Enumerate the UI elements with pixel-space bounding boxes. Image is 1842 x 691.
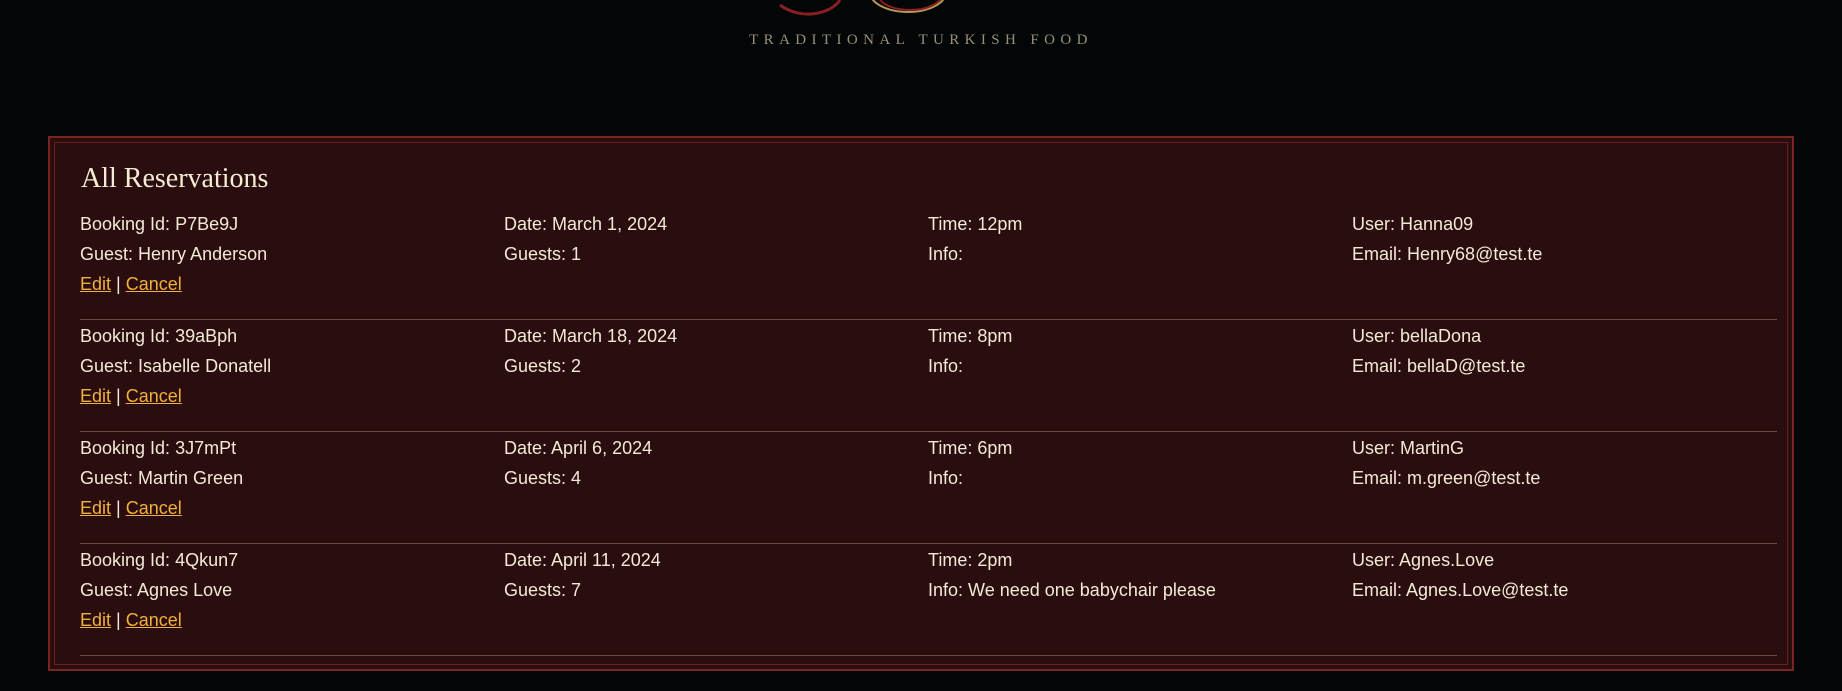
action-separator: | <box>116 386 121 406</box>
reservation-email: Email: bellaD@test.te <box>1352 356 1526 376</box>
restaurant-logo[interactable] <box>760 0 1000 30</box>
reservation-info: Info: <box>928 468 964 488</box>
guest-count: Guests: 7 <box>504 580 582 600</box>
reservation-date: Date: March 1, 2024 <box>504 214 668 234</box>
booking-id: Booking Id: 4Qkun7 <box>80 550 239 570</box>
reservation-user: User: Hanna09 <box>1352 214 1474 234</box>
reservation-time: Time: 8pm <box>928 326 1013 346</box>
action-separator: | <box>116 610 121 630</box>
cancel-link[interactable]: Cancel <box>126 274 182 294</box>
page-title: All Reservations <box>81 163 269 194</box>
row-actions: Edit | Cancel <box>80 493 182 523</box>
reservation-user: User: Agnes.Love <box>1352 550 1495 570</box>
reservation-list: Booking Id: P7Be9J Date: March 1, 2024 Tim… <box>80 209 1777 657</box>
edit-link[interactable]: Edit <box>80 386 111 406</box>
reservation-email: Email: Henry68@test.te <box>1352 244 1543 264</box>
reservation-row: Booking Id: 39aBph Date: March 18, 2024 Ti… <box>80 321 1777 432</box>
reservation-row: Booking Id: 3J7mPt Date: April 6, 2024 Tim… <box>80 433 1777 544</box>
guest-count: Guests: 1 <box>504 244 582 264</box>
logo-area: TRADITIONAL TURKISH FOOD <box>0 0 1842 60</box>
action-separator: | <box>116 498 121 518</box>
row-actions: Edit | Cancel <box>80 269 182 299</box>
cancel-link[interactable]: Cancel <box>126 610 182 630</box>
edit-link[interactable]: Edit <box>80 610 111 630</box>
cancel-link[interactable]: Cancel <box>126 386 182 406</box>
booking-id: Booking Id: 3J7mPt <box>80 438 237 458</box>
edit-link[interactable]: Edit <box>80 498 111 518</box>
reservation-info: Info: We need one babychair please <box>928 580 1216 600</box>
booking-id: Booking Id: 39aBph <box>80 326 238 346</box>
guest-count: Guests: 2 <box>504 356 582 376</box>
reservation-date: Date: March 18, 2024 <box>504 326 678 346</box>
reservations-panel: All Reservations Booking Id: P7Be9J Date:… <box>48 136 1794 671</box>
reservation-email: Email: m.green@test.te <box>1352 468 1541 488</box>
guest-name: Guest: Martin Green <box>80 468 244 488</box>
reservation-user: User: bellaDona <box>1352 326 1482 346</box>
reservation-email: Email: Agnes.Love@test.te <box>1352 580 1569 600</box>
cancel-link[interactable]: Cancel <box>126 498 182 518</box>
reservation-user: User: MartinG <box>1352 438 1465 458</box>
guest-count: Guests: 4 <box>504 468 582 488</box>
booking-id: Booking Id: P7Be9J <box>80 214 239 234</box>
reservation-time: Time: 6pm <box>928 438 1013 458</box>
row-actions: Edit | Cancel <box>80 605 182 635</box>
action-separator: | <box>116 274 121 294</box>
reservation-time: Time: 2pm <box>928 550 1013 570</box>
guest-name: Guest: Isabelle Donatell <box>80 356 272 376</box>
reservation-info: Info: <box>928 356 964 376</box>
guest-name: Guest: Agnes Love <box>80 580 233 600</box>
edit-link[interactable]: Edit <box>80 274 111 294</box>
guest-name: Guest: Henry Anderson <box>80 244 268 264</box>
reservation-row: Booking Id: 4Qkun7 Date: April 11, 2024 Ti… <box>80 545 1777 656</box>
reservation-time: Time: 12pm <box>928 214 1023 234</box>
reservation-row: Booking Id: P7Be9J Date: March 1, 2024 Tim… <box>80 209 1777 320</box>
reservation-info: Info: <box>928 244 964 264</box>
reservation-date: Date: April 11, 2024 <box>504 550 661 570</box>
brand-tagline: TRADITIONAL TURKISH FOOD <box>749 32 1093 48</box>
reservation-date: Date: April 6, 2024 <box>504 438 653 458</box>
row-actions: Edit | Cancel <box>80 381 182 411</box>
panel-inner-border: All Reservations Booking Id: P7Be9J Date:… <box>54 142 1788 665</box>
